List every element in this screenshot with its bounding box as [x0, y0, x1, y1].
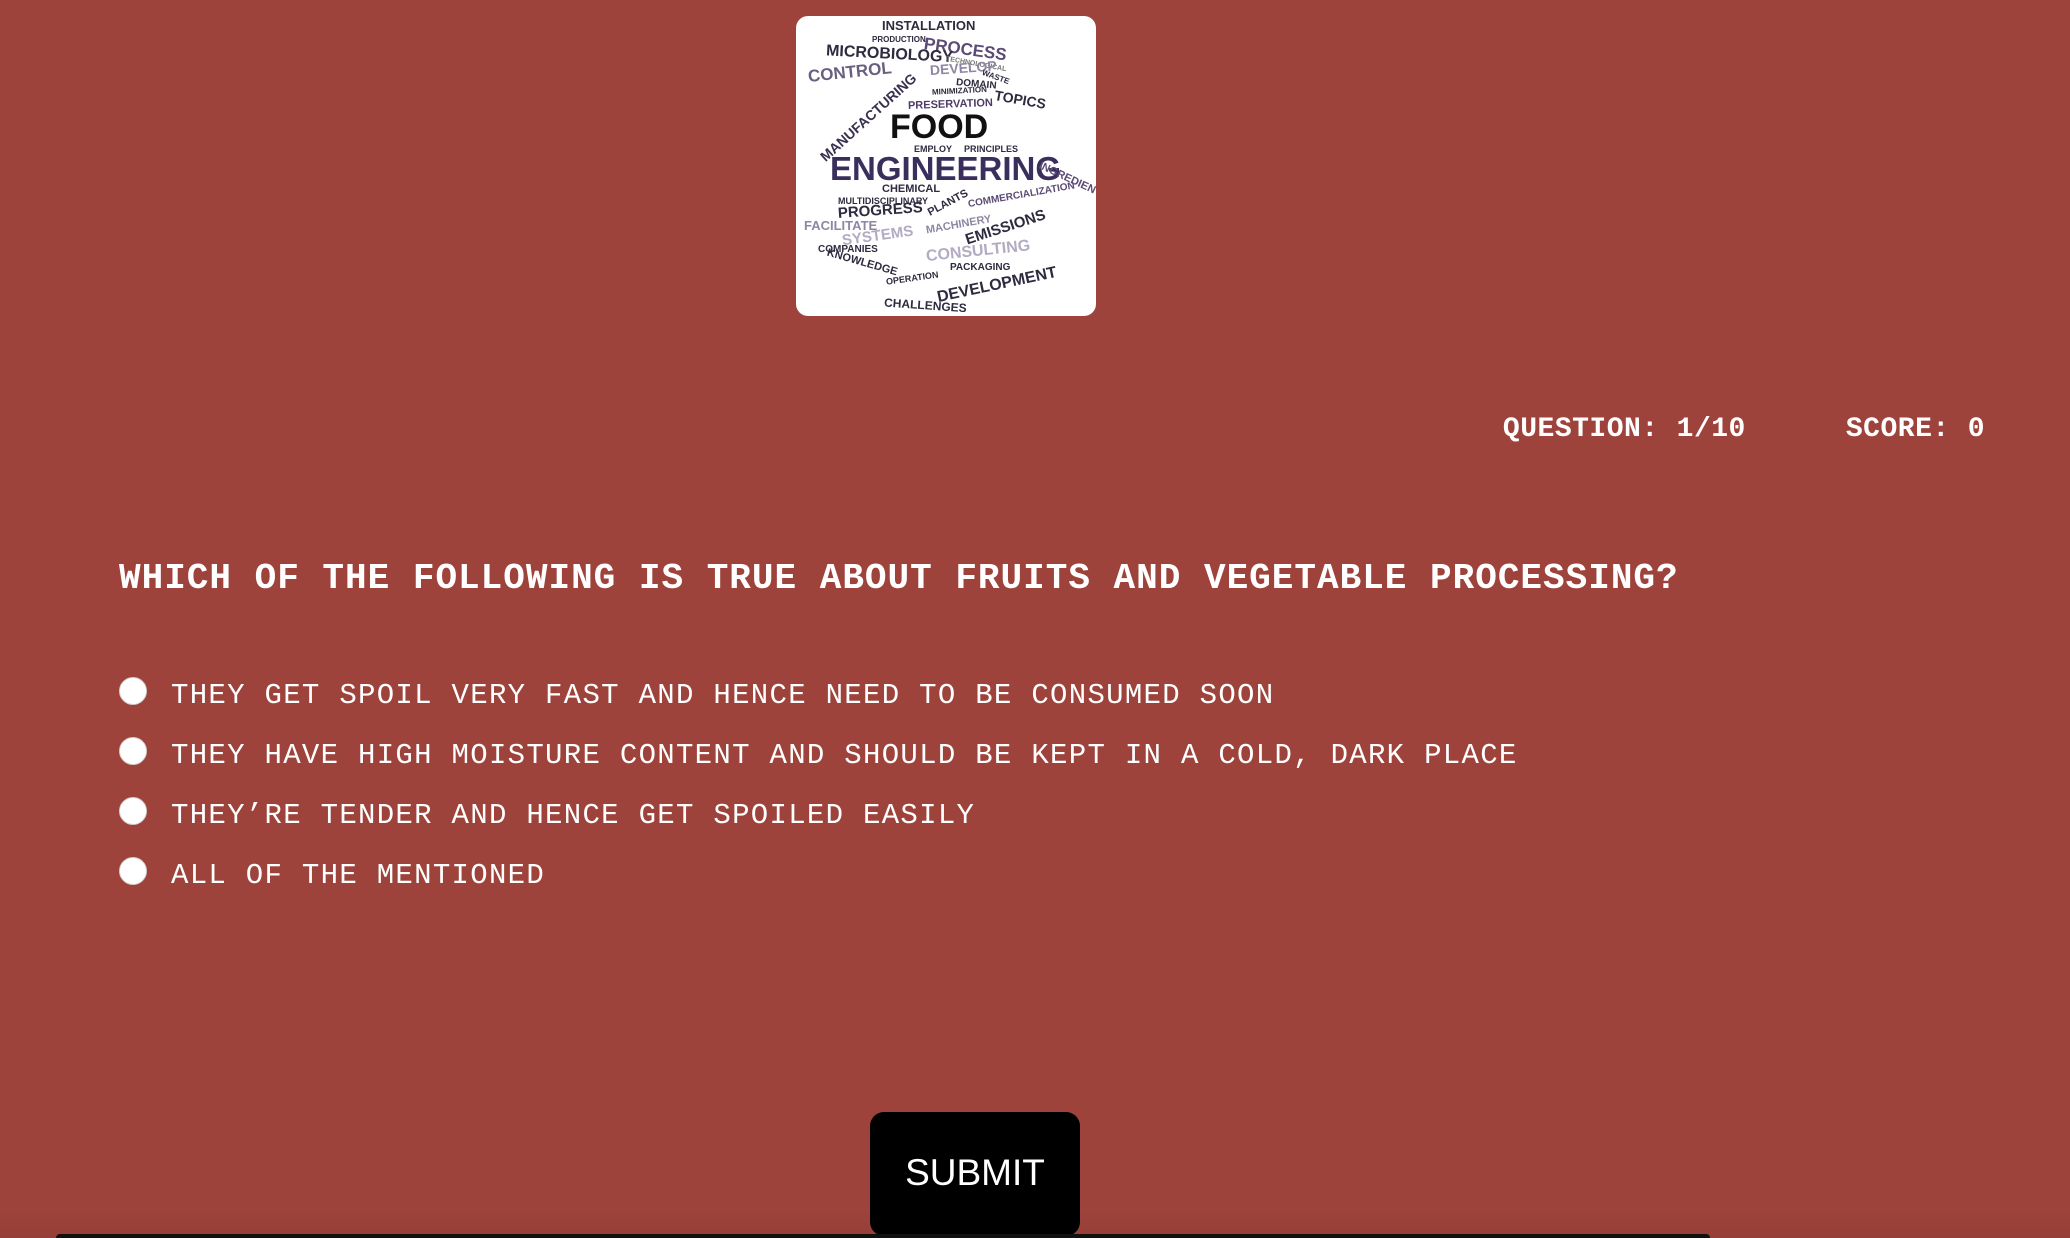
question-text: WHICH OF THE FOLLOWING IS TRUE ABOUT FRU…	[119, 558, 1679, 599]
food-engineering-logo: INSTALLATION PRODUCTION PROCESS MICROBIO…	[796, 16, 1096, 316]
score-display: SCORE: 0	[1846, 414, 1985, 445]
logo-word: FOOD	[890, 108, 988, 146]
question-counter-value: 1/10	[1676, 414, 1746, 445]
answer-option-label: THEY GET SPOIL VERY FAST AND HENCE NEED …	[171, 678, 1275, 712]
answer-option-1[interactable]: THEY GET SPOIL VERY FAST AND HENCE NEED …	[119, 677, 1518, 712]
question-counter: QUESTION: 1/10	[1503, 414, 1746, 445]
logo-word: MINIMIZATION	[932, 85, 988, 97]
answer-option-label: THEY HAVE HIGH MOISTURE CONTENT AND SHOU…	[171, 738, 1518, 772]
bottom-bar	[56, 1234, 1710, 1238]
logo-word: CONTROL	[807, 58, 893, 86]
score-label: SCORE:	[1845, 414, 1950, 445]
word-cloud-image: INSTALLATION PRODUCTION PROCESS MICROBIO…	[804, 18, 1096, 315]
logo-word: INSTALLATION	[882, 18, 975, 33]
answer-options: THEY GET SPOIL VERY FAST AND HENCE NEED …	[119, 677, 1518, 892]
score-value: 0	[1967, 414, 1985, 445]
logo-word: ENGINEERING	[830, 150, 1061, 187]
radio-button[interactable]	[119, 737, 147, 765]
radio-button[interactable]	[119, 857, 147, 885]
radio-button[interactable]	[119, 797, 147, 825]
answer-option-label: ALL OF THE MENTIONED	[171, 858, 546, 892]
answer-option-4[interactable]: ALL OF THE MENTIONED	[119, 857, 1518, 892]
radio-button[interactable]	[119, 677, 147, 705]
logo-word: PRODUCTION	[872, 35, 926, 44]
question-counter-label: QUESTION:	[1502, 414, 1659, 445]
logo-word: CHEMICAL	[882, 183, 940, 195]
logo-word: PACKAGING	[950, 262, 1011, 273]
quiz-status: QUESTION: 1/10 SCORE: 0	[1503, 414, 1985, 445]
logo-word: TOPICS	[993, 87, 1047, 112]
answer-option-3[interactable]: THEY’RE TENDER AND HENCE GET SPOILED EAS…	[119, 797, 1518, 832]
answer-option-2[interactable]: THEY HAVE HIGH MOISTURE CONTENT AND SHOU…	[119, 737, 1518, 772]
answer-option-label: THEY’RE TENDER AND HENCE GET SPOILED EAS…	[171, 798, 976, 832]
